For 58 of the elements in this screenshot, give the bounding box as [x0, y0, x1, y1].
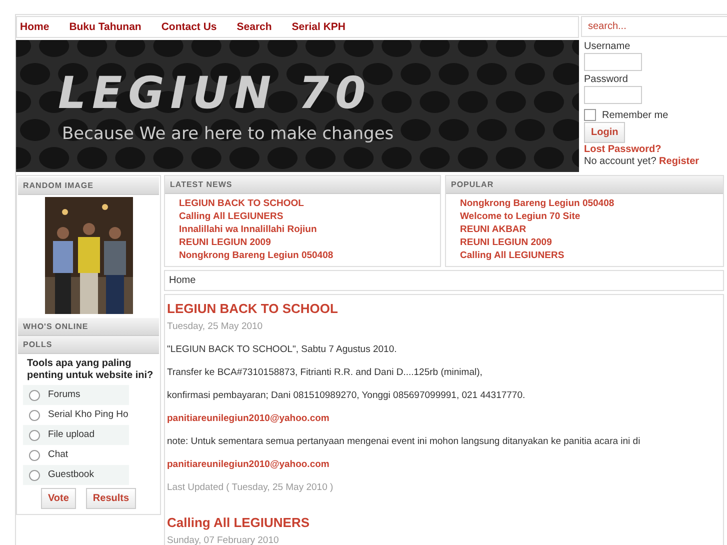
lost-password-link[interactable]: Lost Password? [584, 144, 662, 155]
article-title[interactable]: Calling All LEGIUNERS [167, 515, 310, 530]
username-label: Username [584, 41, 630, 52]
password-label: Password [584, 74, 628, 85]
module-header: POPULAR [446, 176, 723, 194]
popular-link[interactable]: REUNI LEGIUN 2009 [460, 236, 723, 249]
module-header: LATEST NEWS [165, 176, 440, 194]
nav-link[interactable]: Contact Us [161, 21, 217, 33]
remember-checkbox[interactable] [584, 109, 596, 121]
article-title[interactable]: LEGIUN BACK TO SCHOOL [167, 301, 338, 316]
article-paragraph: "LEGIUN BACK TO SCHOOL", Sabtu 7 Agustus 2010. [167, 344, 397, 355]
article-paragraph: Transfer ke BCA#7310158873, Fitrianti R.R. and Dani D....125rb (minimal), [167, 367, 482, 378]
breadcrumb: Home [169, 275, 196, 286]
site-tagline: Because We are here to make changes [62, 124, 394, 144]
popular-link[interactable]: REUNI AKBAR [460, 223, 723, 236]
module-header: WHO'S ONLINE [18, 318, 159, 336]
radio-button[interactable] [29, 430, 40, 441]
site-logo: LEGIUN 70 [58, 68, 372, 119]
news-link[interactable]: Innalillahi wa Innalillahi Rojiun [179, 223, 440, 236]
popular-link[interactable]: Calling All LEGIUNERS [460, 249, 723, 262]
search-field[interactable]: search... [581, 16, 727, 37]
password-field[interactable] [584, 86, 642, 104]
no-account-text: No account yet? [584, 156, 656, 167]
poll-option: Forums [48, 388, 80, 400]
poll-button[interactable]: Vote [40, 488, 76, 509]
news-link[interactable]: REUNI LEGIUN 2009 [179, 236, 440, 249]
radio-button[interactable] [29, 410, 40, 421]
nav-link[interactable]: Home [20, 21, 50, 33]
popular-link[interactable]: Welcome to Legiun 70 Site [460, 210, 723, 223]
article-paragraph: note: Untuk sementara semua pertanyaan mengenai event ini mohon langsung ditanyakan ke panitia acara ini di [167, 436, 640, 447]
module-header: RANDOM IMAGE [18, 177, 159, 195]
news-link[interactable]: Nongkrong Bareng Legiun 050408 [179, 249, 440, 262]
username-field[interactable] [584, 53, 642, 71]
poll-question: Tools apa yang paling penting untuk website ini? [27, 358, 154, 382]
login-button[interactable]: Login [584, 122, 626, 143]
popular-link[interactable]: Nongkrong Bareng Legiun 050408 [460, 197, 723, 210]
nav-link[interactable]: Search [236, 21, 272, 33]
nav-link[interactable]: Buku Tahunan [69, 21, 142, 33]
module-header: POLLS [18, 336, 159, 354]
article-date: Sunday, 07 February 2010 [167, 535, 279, 545]
email-link[interactable]: panitiareunilegiun2010@yahoo.com [167, 413, 330, 424]
poll-option: Guestbook [48, 468, 94, 480]
article-date: Tuesday, 25 May 2010 [167, 321, 263, 332]
poll-option: Serial Kho Ping Ho [48, 408, 128, 420]
radio-button[interactable] [29, 450, 40, 461]
poll-option: Chat [48, 448, 68, 460]
news-link[interactable]: LEGIUN BACK TO SCHOOL [179, 197, 440, 210]
radio-button[interactable] [29, 470, 40, 481]
news-link[interactable]: Calling All LEGIUNERS [179, 210, 440, 223]
poll-button[interactable]: Results [86, 488, 136, 509]
email-link[interactable]: panitiareunilegiun2010@yahoo.com [167, 459, 330, 470]
nav-link[interactable]: Serial KPH [292, 21, 346, 33]
poll-option: File upload [48, 428, 94, 440]
article-paragraph: konfirmasi pembayaran; Dani 081510989270, Yonggi 085697099991, 021 44317770. [167, 390, 526, 401]
last-updated: Last Updated ( Tuesday, 25 May 2010 ) [167, 482, 334, 493]
radio-button[interactable] [29, 390, 40, 401]
remember-label: Remember me [602, 110, 668, 120]
register-link[interactable]: Register [659, 156, 700, 167]
